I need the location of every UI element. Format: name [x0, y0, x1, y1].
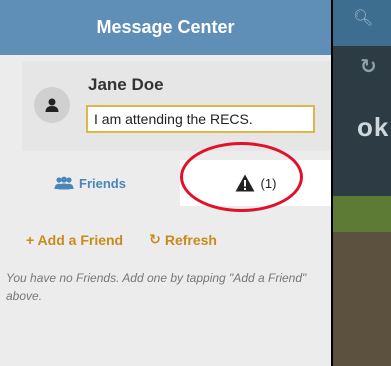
- refresh-icon: ↻: [149, 231, 161, 247]
- empty-state-message: You have no Friends. Add one by tapping …: [6, 271, 307, 303]
- refresh-label: Refresh: [164, 231, 217, 248]
- avatar: [34, 87, 70, 123]
- background-banner: [333, 196, 391, 232]
- add-friend-label: + Add a Friend: [26, 231, 124, 248]
- search-icon: 🔍︎: [353, 10, 374, 27]
- tab-friends-label: Friends: [79, 175, 126, 191]
- refresh-icon: ↻: [360, 56, 377, 78]
- alerts-count: (1): [260, 175, 277, 191]
- message-center-panel: Message Center Jane Doe I am attending t…: [0, 0, 331, 366]
- friend-actions: + Add a Friend ↻ Refresh: [26, 231, 217, 248]
- background-app: 🔍︎ ↻ ok: [333, 0, 391, 366]
- add-friend-button[interactable]: + Add a Friend: [26, 231, 123, 248]
- refresh-button[interactable]: ↻ Refresh: [149, 231, 217, 248]
- profile-card: Jane Doe I am attending the RECS.: [22, 61, 331, 151]
- user-icon: [45, 98, 59, 112]
- page-title: Message Center: [0, 0, 331, 55]
- background-topbar: 🔍︎: [333, 0, 391, 46]
- background-content: [333, 232, 391, 366]
- background-text: ok: [357, 112, 390, 142]
- warning-icon: [235, 174, 255, 192]
- tab-alerts[interactable]: (1): [180, 160, 331, 206]
- tab-bar: Friends (1): [0, 160, 331, 206]
- friends-icon: [54, 176, 74, 190]
- tab-friends[interactable]: Friends: [0, 160, 180, 206]
- profile-name: Jane Doe: [88, 75, 164, 94]
- status-input[interactable]: I am attending the RECS.: [86, 105, 315, 133]
- divider: [331, 0, 333, 366]
